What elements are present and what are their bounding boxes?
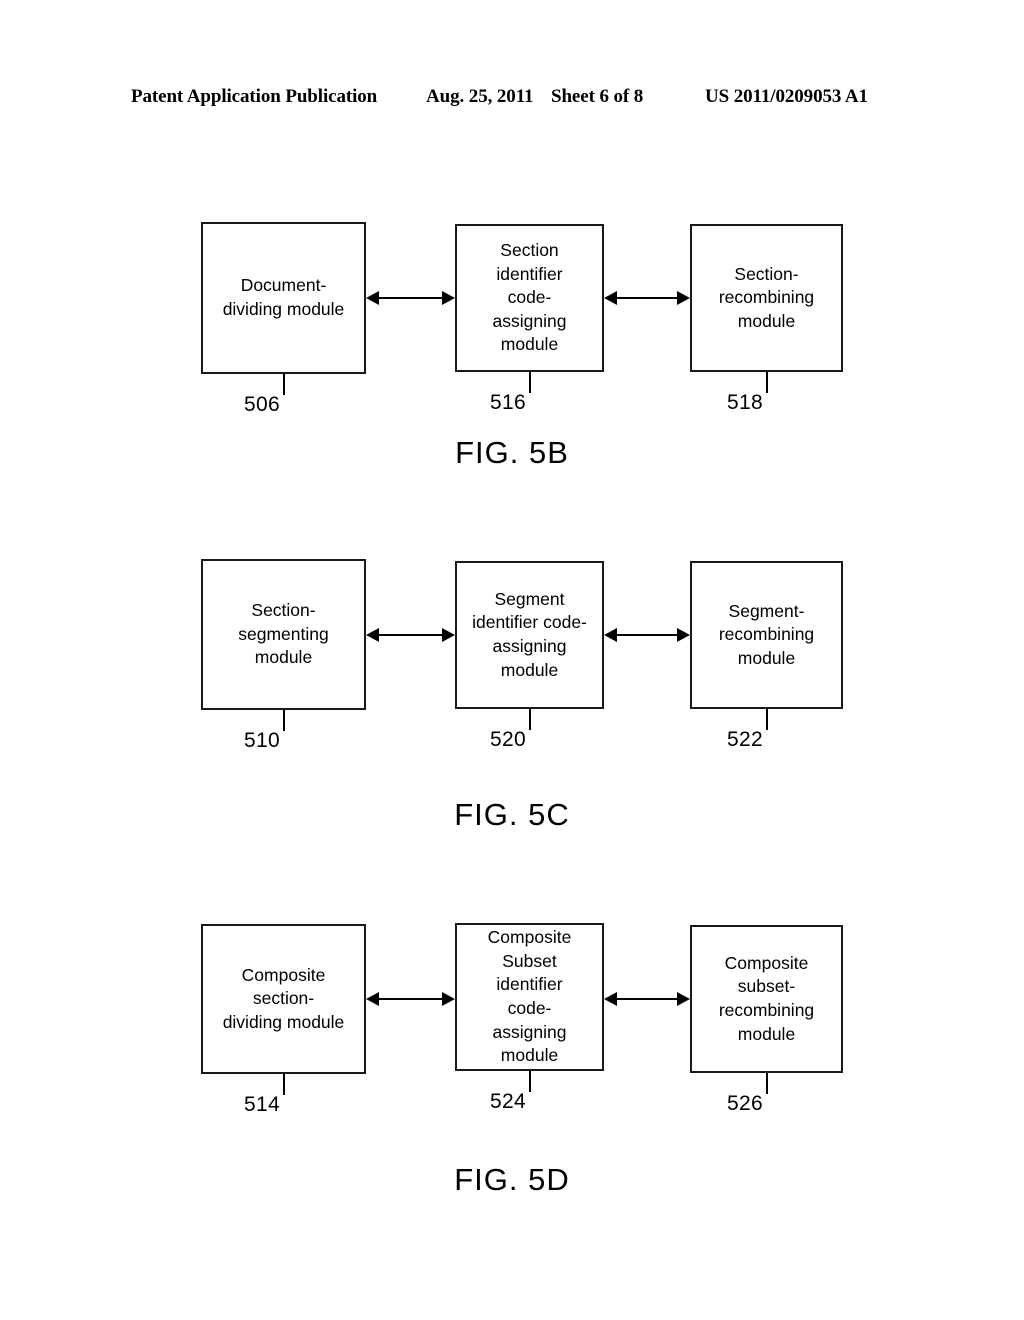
arrow-shaft [611,297,683,300]
arrow-shaft [373,998,448,1001]
module-box-label: Composite Subset identifier code- assign… [487,927,572,1066]
arrow-section-segmenting-to-segment-identifier [366,628,455,642]
reference-numeral-text: 518 [727,391,763,414]
module-box-label: Section- recombining module [718,263,815,331]
module-box-segment-recombining: Segment- recombining module [690,561,843,709]
reference-numeral-text: 524 [490,1090,526,1113]
arrowhead-right-icon [677,628,690,642]
arrow-composite-section-dividing-to-composite-subset-identifier [366,992,455,1006]
header-publication-title: Patent Application Publication [131,86,378,107]
leader-line [283,1074,285,1095]
arrowhead-right-icon [677,992,690,1006]
leader-line [283,374,285,395]
reference-numeral-text: 506 [244,393,280,416]
leader-line [766,709,768,730]
module-box-composite-subset-identifier-code-assigning: Composite Subset identifier code- assign… [455,923,604,1071]
module-box-document-dividing: Document- dividing module [201,222,366,374]
reference-numeral-text: 520 [490,728,526,751]
arrow-shaft [611,998,683,1001]
module-box-label: Segment identifier code- assigning modul… [472,588,587,680]
module-box-label: Composite section- dividing module [222,964,345,1032]
arrowhead-right-icon [442,628,455,642]
reference-numeral-text: 510 [244,729,280,752]
reference-numeral-text: 526 [727,1092,763,1115]
module-box-label: Document- dividing module [222,275,345,319]
leader-line [529,372,531,393]
figure-caption-5d: FIG. 5D [454,1162,570,1197]
header-sheet-number: Sheet 6 of 8 [551,86,644,107]
arrow-section-identifier-to-section-recombining [604,291,690,305]
figure-caption-5b: FIG. 5B [455,435,569,470]
module-box-section-identifier-code-assigning: Section identifier code- assigning modul… [455,224,604,372]
header-publication-date: Aug. 25, 2011 [426,86,534,107]
module-box-label: Segment- recombining module [718,600,815,668]
module-box-section-segmenting: Section- segmenting module [201,559,366,710]
module-box-composite-section-dividing: Composite section- dividing module [201,924,366,1074]
leader-line [529,709,531,730]
reference-numeral-text: 522 [727,728,763,751]
figure-caption-5c: FIG. 5C [454,797,570,832]
module-box-section-recombining: Section- recombining module [690,224,843,372]
reference-numeral-text: 516 [490,391,526,414]
leader-line [283,710,285,731]
module-box-label: Composite subset- recombining module [718,952,815,1044]
reference-numeral-text: 514 [244,1093,280,1116]
header-patent-number: US 2011/0209053 A1 [705,86,868,107]
arrowhead-right-icon [442,291,455,305]
arrow-shaft [611,634,683,637]
arrow-segment-identifier-to-segment-recombining [604,628,690,642]
module-box-composite-subset-recombining: Composite subset- recombining module [690,925,843,1073]
leader-line [766,372,768,393]
arrow-shaft [373,634,448,637]
module-box-segment-identifier-code-assigning: Segment identifier code- assigning modul… [455,561,604,709]
module-box-label: Section- segmenting module [238,600,329,668]
arrow-shaft [373,297,448,300]
arrowhead-right-icon [442,992,455,1006]
arrowhead-right-icon [677,291,690,305]
arrow-document-dividing-to-section-identifier [366,291,455,305]
arrow-composite-subset-identifier-to-composite-subset-recombining [604,992,690,1006]
page-header: Patent Application Publication Aug. 25, … [0,86,1024,116]
leader-line [766,1073,768,1094]
module-box-label: Section identifier code- assigning modul… [492,239,567,355]
leader-line [529,1071,531,1092]
